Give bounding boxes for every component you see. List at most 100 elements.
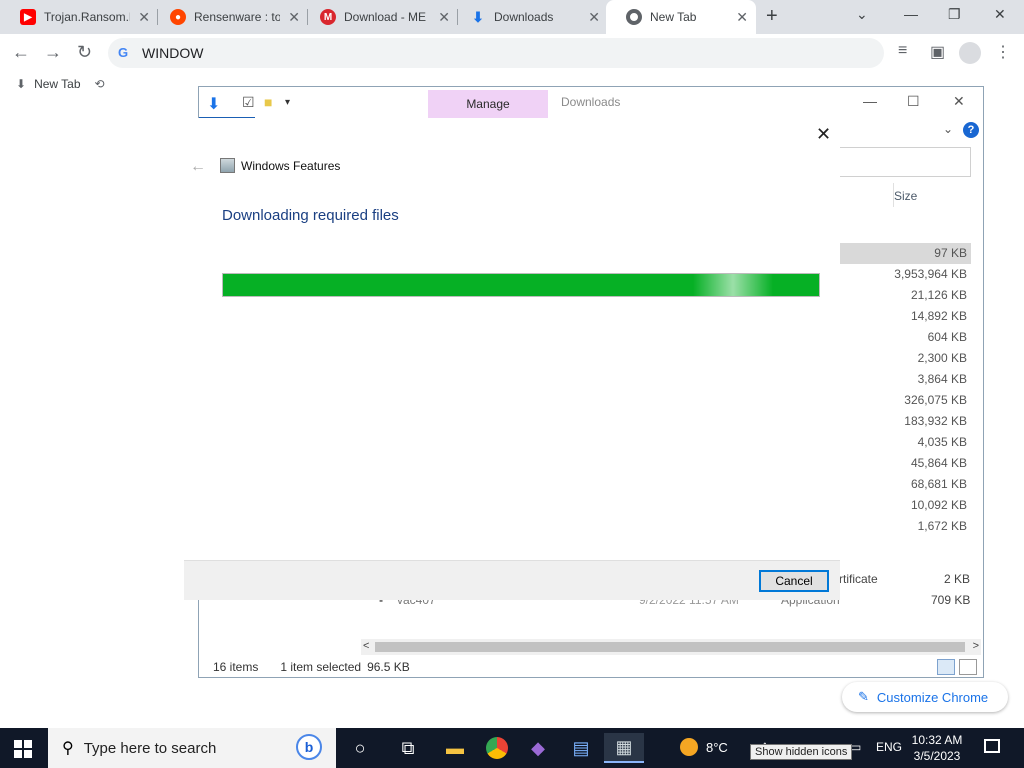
restore-icon[interactable]: ❐ [948, 6, 961, 23]
taskbar: ⚲ Type here to search b ○ ⧉ ▬ ◆ ▤ ▦ 8°C … [0, 728, 1024, 768]
file-size[interactable]: 4,035 KB [839, 432, 971, 453]
chrome-icon[interactable] [482, 733, 512, 763]
close-window-icon[interactable]: ✕ [994, 6, 1006, 23]
back-arrow-icon[interactable]: ← [190, 158, 206, 176]
file-size[interactable]: 3,953,964 KB [839, 264, 971, 285]
scroll-right-icon[interactable]: > [973, 640, 979, 652]
history-button[interactable]: ⟲ [95, 77, 113, 91]
download-icon: ⬇ [16, 77, 27, 91]
folder-icon[interactable]: ■ [264, 94, 272, 110]
temperature: 8°C [706, 739, 728, 755]
chevron-down-icon[interactable]: ⌄ [943, 122, 953, 136]
new-tab-button[interactable]: + [766, 5, 778, 28]
tab-downloads[interactable]: ⬇ Downloads ✕ [450, 0, 608, 34]
weather-icon [680, 738, 698, 756]
customize-chrome-button[interactable]: ✎ Customize Chrome [842, 682, 1008, 712]
file-size: 2 KB [944, 572, 971, 586]
manage-tab[interactable]: Manage [428, 90, 548, 118]
progress-fill [223, 274, 819, 296]
close-icon[interactable]: ✕ [288, 9, 300, 26]
side-panel-icon[interactable]: ▣ [930, 42, 945, 62]
clock[interactable]: 10:32 AM 3/5/2023 [906, 732, 968, 764]
close-icon[interactable]: ✕ [816, 124, 831, 145]
cortana-icon[interactable]: ○ [345, 733, 375, 763]
file-size[interactable]: 183,932 KB [839, 411, 971, 432]
tab-title: Trojan.Ransom.M [44, 10, 130, 24]
history-icon: ⟲ [94, 77, 105, 91]
bing-icon[interactable]: b [296, 734, 322, 760]
browser-toolbar: ← → ↻ G WINDOW ≡ ▣ ⋮ [0, 34, 1024, 72]
size-column: 97 KB 3,953,964 KB 21,126 KB 14,892 KB 6… [839, 243, 971, 537]
taskbar-search-box[interactable]: ⚲ Type here to search [48, 728, 336, 768]
pencil-icon: ✎ [858, 689, 869, 704]
chrome-icon [626, 9, 642, 25]
size-column-header[interactable]: Size [894, 189, 917, 203]
address-text: WINDOW [142, 45, 204, 61]
control-panel-icon[interactable]: ▤ [566, 733, 596, 763]
back-icon[interactable]: ← [12, 42, 30, 63]
help-icon[interactable]: ? [963, 122, 979, 138]
download-icon[interactable]: ⬇ [207, 94, 220, 114]
mega-icon: M [320, 9, 336, 25]
forward-icon[interactable]: → [44, 42, 62, 63]
customize-qat-icon[interactable]: ▾ [285, 97, 290, 108]
search-input[interactable] [839, 147, 971, 177]
tab-youtube[interactable]: ▶ Trojan.Ransom.M ✕ [0, 0, 158, 34]
file-size[interactable]: 3,864 KB [839, 369, 971, 390]
minimize-icon[interactable]: — [904, 6, 918, 22]
scroll-left-icon[interactable]: < [363, 640, 369, 652]
media-control-icon[interactable]: ≡ [898, 42, 907, 60]
file-size[interactable]: 10,092 KB [839, 495, 971, 516]
checkbox-icon[interactable]: ☑ [242, 94, 255, 111]
file-size[interactable]: 604 KB [839, 327, 971, 348]
file-size[interactable]: 326,075 KB [839, 390, 971, 411]
clock-date: 3/5/2023 [913, 749, 961, 763]
scrollbar-thumb[interactable] [375, 642, 965, 652]
close-icon[interactable]: ✕ [438, 9, 450, 26]
file-size[interactable]: 45,864 KB [839, 453, 971, 474]
file-size[interactable]: 14,892 KB [839, 306, 971, 327]
minimize-icon[interactable]: — [863, 93, 877, 109]
language-indicator[interactable]: ENG [876, 740, 902, 754]
visual-studio-icon[interactable]: ◆ [523, 733, 553, 763]
file-size[interactable]: 97 KB [839, 243, 971, 264]
close-icon[interactable]: ✕ [736, 9, 748, 26]
file-type: rtificate [839, 572, 878, 586]
tab-title: Downloads [494, 10, 554, 24]
window-title: Downloads [561, 95, 621, 109]
reload-icon[interactable]: ↻ [77, 42, 92, 63]
close-icon[interactable]: ✕ [588, 9, 600, 26]
cancel-button[interactable]: Cancel [759, 570, 829, 592]
weather-widget[interactable]: 8°C [680, 738, 728, 756]
tab-search-icon[interactable]: ⌄ [856, 6, 868, 23]
file-size[interactable]: 68,681 KB [839, 474, 971, 495]
menu-icon[interactable]: ⋮ [995, 42, 1011, 62]
large-icons-view-button[interactable] [959, 659, 977, 675]
file-explorer-icon[interactable]: ▬ [440, 733, 470, 763]
bookmark-new-tab[interactable]: ⬇ New Tab [16, 77, 81, 91]
file-size[interactable]: 2,300 KB [839, 348, 971, 369]
search-placeholder: Type here to search [83, 739, 217, 757]
tab-title: Download - ME [344, 10, 427, 24]
tab-new-tab[interactable]: New Tab ✕ [606, 0, 756, 34]
dialog-heading: Downloading required files [222, 207, 399, 224]
selection-count: 1 item selected [280, 660, 362, 674]
file-size[interactable]: 21,126 KB [839, 285, 971, 306]
address-bar[interactable]: G WINDOW [108, 38, 884, 68]
close-icon[interactable]: ✕ [138, 9, 150, 26]
tab-mega[interactable]: M Download - ME ✕ [300, 0, 458, 34]
close-icon[interactable]: ✕ [953, 93, 965, 110]
windows-logo-pane [14, 740, 22, 748]
start-button[interactable] [14, 740, 32, 758]
horizontal-scrollbar[interactable]: < > [361, 639, 981, 655]
tab-reddit[interactable]: ● Rensenware : to ✕ [150, 0, 308, 34]
windows-features-taskbar-icon[interactable]: ▦ [604, 733, 644, 763]
windows-features-icon [220, 158, 235, 173]
maximize-icon[interactable]: ☐ [907, 93, 920, 110]
notification-icon[interactable] [984, 739, 1000, 753]
details-view-button[interactable] [937, 659, 955, 675]
task-view-icon[interactable]: ⧉ [393, 733, 423, 763]
selection-size: 96.5 KB [367, 660, 410, 674]
profile-avatar[interactable] [959, 42, 981, 64]
file-size[interactable]: 1,672 KB [839, 516, 971, 537]
